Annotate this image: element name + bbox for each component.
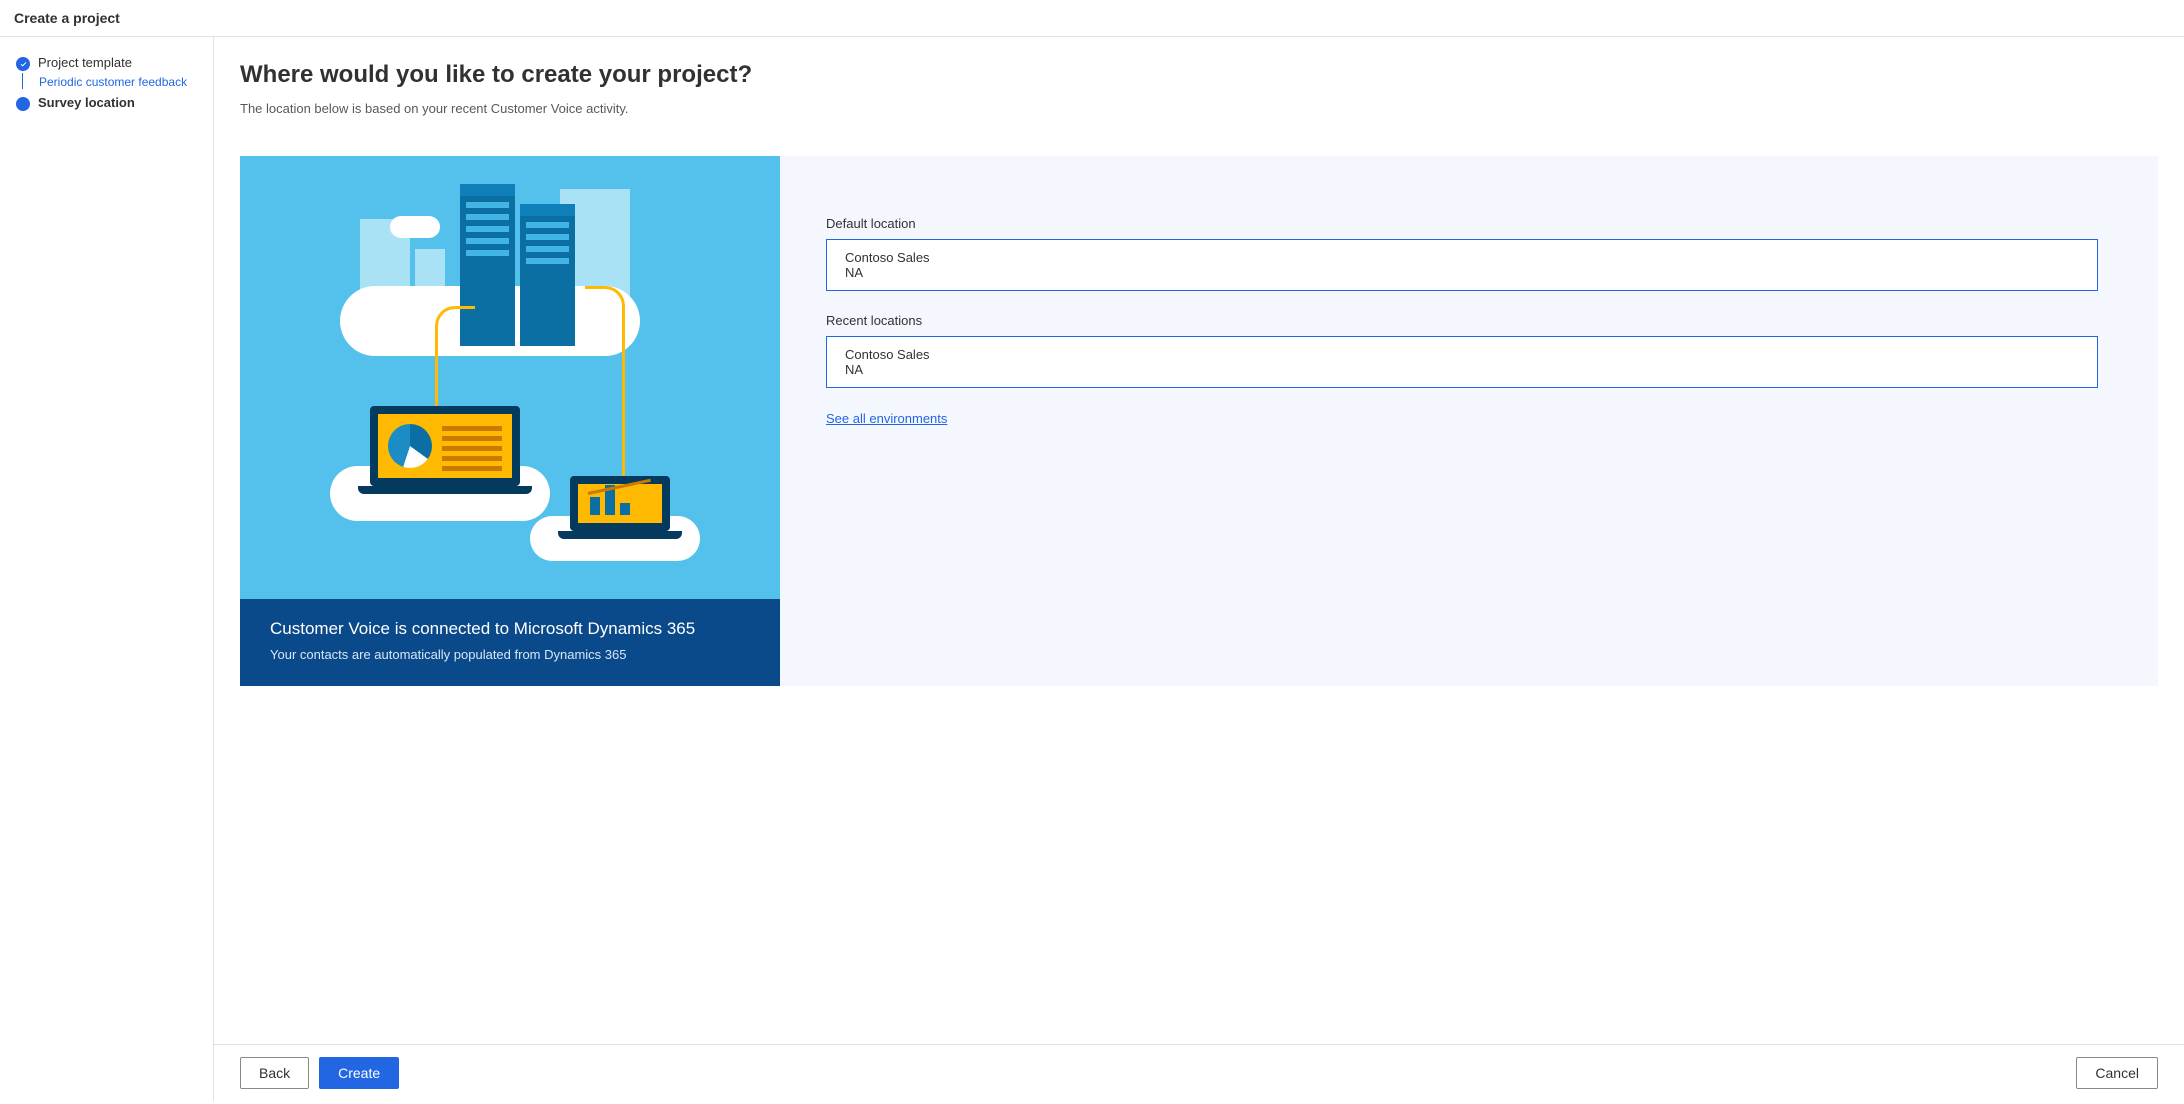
current-step-dot-icon bbox=[16, 97, 30, 111]
content-area: Where would you like to create your proj… bbox=[214, 37, 2184, 1101]
cloud-servers-illustration bbox=[240, 156, 780, 599]
see-all-environments-link[interactable]: See all environments bbox=[826, 411, 947, 426]
page-subtitle: The location below is based on your rece… bbox=[240, 101, 2158, 116]
illustration-caption: Customer Voice is connected to Microsoft… bbox=[240, 599, 780, 686]
location-region: NA bbox=[845, 265, 2079, 280]
server-rack-shape bbox=[520, 216, 575, 346]
wizard-footer: Back Create Cancel bbox=[214, 1044, 2184, 1101]
wizard-steps-sidebar: Project template Periodic customer feedb… bbox=[0, 37, 214, 1101]
illustration-title: Customer Voice is connected to Microsoft… bbox=[270, 619, 750, 639]
page-title: Where would you like to create your proj… bbox=[240, 61, 2158, 89]
location-region: NA bbox=[845, 362, 2079, 377]
step-label: Survey location bbox=[38, 95, 135, 110]
location-name: Contoso Sales bbox=[845, 250, 2079, 265]
recent-locations-label: Recent locations bbox=[826, 313, 2098, 328]
step-sublink-wrap: Periodic customer feedback bbox=[22, 73, 197, 89]
location-panel: Customer Voice is connected to Microsoft… bbox=[240, 156, 2158, 686]
wire-shape bbox=[585, 286, 625, 486]
page-header: Create a project bbox=[0, 0, 2184, 37]
default-location-label: Default location bbox=[826, 216, 2098, 231]
laptop-pie-chart-shape bbox=[370, 406, 520, 494]
step-project-template[interactable]: Project template bbox=[16, 55, 197, 71]
check-circle-icon bbox=[16, 57, 30, 71]
create-button[interactable]: Create bbox=[319, 1057, 399, 1089]
page-body: Project template Periodic customer feedb… bbox=[0, 37, 2184, 1101]
back-button[interactable]: Back bbox=[240, 1057, 309, 1089]
step-survey-location[interactable]: Survey location bbox=[16, 95, 197, 111]
page-header-title: Create a project bbox=[14, 10, 120, 26]
laptop-bar-chart-shape bbox=[570, 476, 670, 539]
recent-location-option[interactable]: Contoso Sales NA bbox=[826, 336, 2098, 388]
content-inner: Where would you like to create your proj… bbox=[214, 37, 2184, 1044]
locations-section: Default location Contoso Sales NA Recent… bbox=[780, 156, 2158, 686]
cloud-shape bbox=[390, 216, 440, 238]
step-sublink-periodic-feedback[interactable]: Periodic customer feedback bbox=[39, 75, 187, 89]
illustration-card: Customer Voice is connected to Microsoft… bbox=[240, 156, 780, 686]
step-label: Project template bbox=[38, 55, 132, 70]
default-location-option[interactable]: Contoso Sales NA bbox=[826, 239, 2098, 291]
location-name: Contoso Sales bbox=[845, 347, 2079, 362]
cancel-button[interactable]: Cancel bbox=[2076, 1057, 2158, 1089]
illustration-subtitle: Your contacts are automatically populate… bbox=[270, 647, 750, 662]
